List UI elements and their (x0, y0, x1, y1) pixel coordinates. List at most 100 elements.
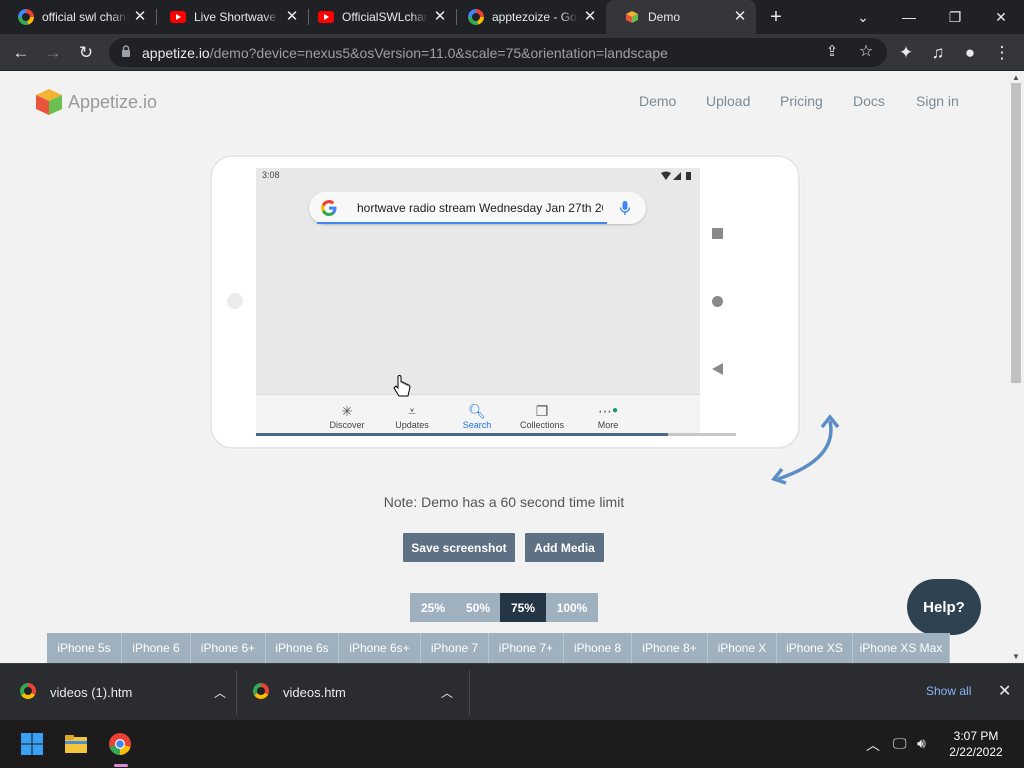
minimize-icon[interactable]: — (886, 0, 932, 34)
scroll-down-icon[interactable]: ▼ (1012, 652, 1020, 661)
help-button[interactable]: Help? (907, 579, 981, 635)
download-item[interactable]: videos (1).htm ︿ (20, 664, 226, 721)
bottom-nav-search[interactable]: 🔍︎ Search (447, 402, 507, 430)
nav-pricing[interactable]: Pricing (780, 93, 823, 109)
rotate-device-icon[interactable] (768, 411, 846, 489)
home-icon[interactable] (712, 296, 723, 307)
appetize-cube-icon (36, 89, 62, 115)
url-text[interactable]: appetize.io/demo?device=nexus5&osVersion… (142, 45, 668, 61)
media-control-icon[interactable]: ♫ (927, 42, 949, 64)
appetize-cube-icon (624, 9, 640, 25)
tab-title: official swl channel (42, 10, 128, 24)
reload-icon[interactable]: ↻ (75, 42, 97, 64)
bottom-nav-more[interactable]: ⋯● More (578, 402, 638, 430)
updates-icon: ⩡ (408, 403, 416, 419)
site-logo[interactable]: Appetize.io (34, 87, 157, 117)
chrome-icon[interactable] (108, 732, 132, 756)
download-separator (236, 670, 237, 715)
downloads-shelf: videos (1).htm ︿ videos.htm ︿ Show all ✕ (0, 663, 1024, 720)
device-iphone-x[interactable]: iPhone X (708, 633, 777, 663)
bookmark-star-icon[interactable]: ☆ (855, 41, 877, 63)
nav-sign-in[interactable]: Sign in (916, 93, 959, 109)
window-close-icon[interactable]: ✕ (978, 0, 1024, 34)
tab-search-chevron-icon[interactable]: ⌄ (840, 0, 886, 34)
chevron-up-icon[interactable]: ︿ (441, 684, 453, 701)
device-iphone-xs[interactable]: iPhone XS (777, 633, 853, 663)
scale-50-button[interactable]: 50% (455, 593, 501, 622)
mic-icon[interactable] (619, 200, 631, 216)
chevron-up-icon[interactable]: ︿ (866, 735, 880, 755)
scale-25-button[interactable]: 25% (410, 593, 456, 622)
tab-official-swl[interactable]: official swl channel ✕ (0, 0, 156, 34)
tab-title: apptezoize - Google (492, 10, 578, 24)
bottom-nav-label: Updates (395, 420, 429, 430)
close-icon[interactable]: ✕ (132, 9, 148, 25)
profile-icon[interactable]: ● (959, 42, 981, 64)
taskbar-clock[interactable]: 3:07 PM 2/22/2022 (940, 728, 1012, 760)
scale-100-button[interactable]: 100% (546, 593, 598, 622)
status-icons (661, 171, 691, 180)
device-iphone-5s[interactable]: iPhone 5s (47, 633, 122, 663)
close-icon[interactable]: ✕ (432, 9, 448, 25)
scrollbar-thumb[interactable] (1011, 83, 1021, 383)
download-item[interactable]: videos.htm ︿ (253, 664, 453, 721)
browser-tab-strip: official swl channel ✕ Live Shortwave ✕ … (0, 0, 1024, 34)
nav-demo[interactable]: Demo (639, 93, 676, 109)
network-icon[interactable]: 🖵︎ (893, 735, 907, 752)
page-scrollbar[interactable]: ▲ ▼ (1008, 71, 1024, 663)
device-iphone-6splus[interactable]: iPhone 6s+ (339, 633, 421, 663)
nav-upload[interactable]: Upload (706, 93, 750, 109)
tab-live-shortwave[interactable]: Live Shortwave ✕ (152, 0, 308, 34)
tab-officialswlchannel[interactable]: OfficialSWLchannel ✕ (300, 0, 456, 34)
scale-75-button[interactable]: 75% (500, 593, 546, 622)
device-iphone-6s[interactable]: iPhone 6s (266, 633, 339, 663)
device-iphone-xs-max[interactable]: iPhone XS Max (853, 633, 950, 663)
address-bar[interactable]: appetize.io/demo?device=nexus5&osVersion… (109, 38, 887, 67)
search-query[interactable]: hortwave radio stream Wednesday Jan 27th… (357, 201, 603, 215)
file-explorer-icon[interactable] (64, 732, 88, 756)
device-iphone-6[interactable]: iPhone 6 (122, 633, 191, 663)
show-all-link[interactable]: Show all (926, 684, 971, 698)
save-screenshot-button[interactable]: Save screenshot (403, 533, 515, 562)
volume-icon[interactable]: 🔊︎ (917, 735, 926, 752)
active-app-indicator (114, 764, 128, 767)
extensions-icon[interactable]: ✦ (895, 42, 917, 64)
overview-icon[interactable] (712, 228, 723, 239)
emulator-screen[interactable]: 3:08 hortwave radio stream Wednesday Jan… (256, 168, 700, 434)
device-iphone-8plus[interactable]: iPhone 8+ (632, 633, 708, 663)
scroll-up-icon[interactable]: ▲ (1012, 73, 1020, 82)
nav-docs[interactable]: Docs (853, 93, 885, 109)
share-icon[interactable]: ⇪ (821, 41, 843, 63)
device-iphone-8[interactable]: iPhone 8 (564, 633, 632, 663)
tab-demo[interactable]: Demo ✕ (606, 0, 756, 34)
device-iphone-7plus[interactable]: iPhone 7+ (489, 633, 564, 663)
chevron-up-icon[interactable]: ︿ (214, 684, 226, 701)
add-media-button[interactable]: Add Media (525, 533, 604, 562)
google-search-bar[interactable]: hortwave radio stream Wednesday Jan 27th… (309, 192, 646, 224)
youtube-icon (318, 9, 334, 25)
url-path: /demo?device=nexus5&osVersion=11.0&scale… (209, 45, 668, 61)
close-icon[interactable]: ✕ (732, 9, 748, 25)
bottom-nav-discover[interactable]: ✳ Discover (317, 402, 377, 430)
restore-icon[interactable]: ❐ (932, 0, 978, 34)
back-icon[interactable]: ← (10, 42, 32, 64)
bottom-nav-collections[interactable]: ❐ Collections (512, 402, 572, 430)
tab-title: Live Shortwave (194, 10, 277, 24)
download-separator (469, 670, 470, 715)
time-limit-note: Note: Demo has a 60 second time limit (383, 494, 625, 510)
close-icon[interactable]: ✕ (582, 9, 598, 25)
close-icon[interactable]: ✕ (284, 9, 300, 25)
menu-icon[interactable]: ⋮ (991, 42, 1013, 64)
chrome-icon (20, 683, 36, 702)
windows-start-icon[interactable] (20, 732, 44, 756)
new-tab-icon[interactable]: + (766, 7, 786, 27)
forward-icon[interactable]: → (42, 42, 64, 64)
lock-icon[interactable] (121, 45, 131, 58)
device-iphone-7[interactable]: iPhone 7 (421, 633, 489, 663)
device-iphone-6plus[interactable]: iPhone 6+ (191, 633, 266, 663)
web-page: Appetize.io Demo Upload Pricing Docs Sig… (0, 71, 1008, 663)
tab-apptezoize[interactable]: apptezoize - Google ✕ (450, 0, 606, 34)
close-icon[interactable]: ✕ (998, 681, 1011, 701)
back-triangle-icon[interactable] (712, 363, 723, 375)
bottom-nav-updates[interactable]: ⩡ Updates (382, 402, 442, 430)
